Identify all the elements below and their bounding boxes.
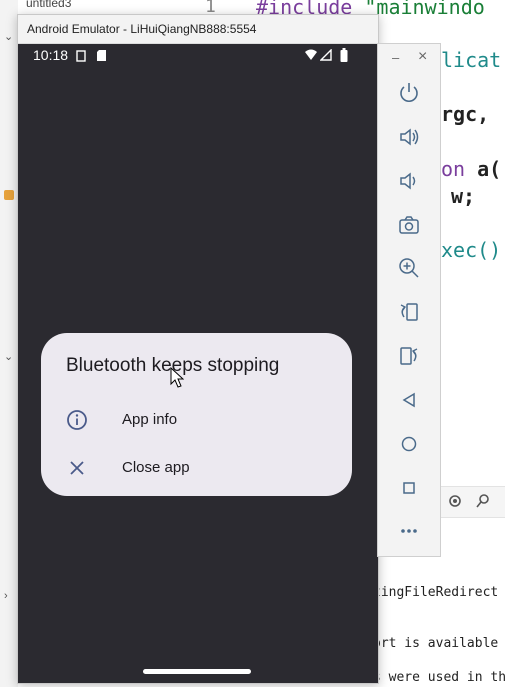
status-bar: 10:18 (18, 43, 378, 67)
ide-output-toolbar (441, 486, 505, 518)
battery-icon (340, 48, 348, 62)
power-icon (400, 83, 418, 102)
volume-down-icon (400, 172, 416, 190)
overview-button[interactable] (396, 475, 422, 501)
chevron-right-icon[interactable]: › (4, 590, 8, 602)
more-icon (401, 529, 417, 533)
app-info-option[interactable]: App info (41, 401, 352, 441)
zoom-icon (399, 258, 419, 278)
signal-icon (320, 49, 332, 61)
clock: 10:18 (33, 47, 69, 63)
code-line: w; (451, 184, 476, 208)
chevron-down-icon[interactable]: ⌄ (4, 350, 13, 363)
emulator-window: Android Emulator - LiHuiQiangNB888:5554 … (17, 14, 379, 684)
rotate-right-icon (400, 347, 418, 365)
output-line: ort is available (373, 636, 499, 651)
volume-down-button[interactable] (396, 168, 422, 194)
more-button[interactable] (396, 518, 422, 544)
code-line: on a( (441, 157, 502, 181)
device-screen[interactable]: Bluetooth keeps stopping App info Close … (18, 67, 378, 683)
gear-icon[interactable] (447, 493, 463, 509)
camera-icon (399, 216, 419, 234)
chevron-down-icon[interactable]: ⌄ (4, 30, 13, 43)
volume-up-button[interactable] (396, 124, 422, 150)
code-line: rgc, (441, 102, 490, 126)
ide-left-panel (0, 0, 18, 687)
mouse-cursor-icon (170, 367, 184, 388)
home-button[interactable] (396, 431, 422, 457)
option-label: Close app (122, 459, 190, 476)
overview-icon (403, 482, 415, 494)
close-app-option[interactable]: Close app (41, 449, 352, 489)
zoom-button[interactable] (396, 255, 422, 281)
window-title: Android Emulator - LiHuiQiangNB888:5554 (27, 22, 257, 36)
rotate-right-button[interactable] (396, 343, 422, 369)
info-icon (67, 410, 87, 430)
rotate-left-button[interactable] (396, 299, 422, 325)
volume-up-icon (400, 128, 419, 146)
folder-icon (4, 190, 14, 200)
back-button[interactable] (396, 387, 422, 413)
wifi-icon (305, 49, 317, 60)
output-line: s were used in th (373, 670, 505, 685)
home-icon (401, 436, 417, 452)
code-line: xec() (441, 238, 502, 262)
close-icon (70, 461, 84, 475)
gesture-nav-bar[interactable] (143, 669, 251, 674)
screenshot-icon (76, 50, 86, 62)
rotate-left-icon (400, 303, 418, 321)
crash-dialog: Bluetooth keeps stopping App info Close … (41, 333, 352, 496)
output-line: tingFileRedirect (373, 585, 499, 600)
minimize-button[interactable]: – (392, 50, 399, 65)
power-button[interactable] (396, 80, 422, 106)
sd-card-icon (97, 50, 106, 61)
back-icon (402, 392, 415, 408)
emulator-side-toolbar: – × (377, 43, 441, 557)
project-name: untitled3 (26, 0, 72, 10)
option-label: App info (122, 411, 178, 428)
code-line: licat (441, 48, 502, 72)
screenshot-button[interactable] (396, 212, 422, 238)
search-icon[interactable] (475, 493, 491, 509)
emulator-titlebar[interactable]: Android Emulator - LiHuiQiangNB888:5554 (18, 15, 378, 44)
close-button[interactable]: × (418, 48, 427, 66)
